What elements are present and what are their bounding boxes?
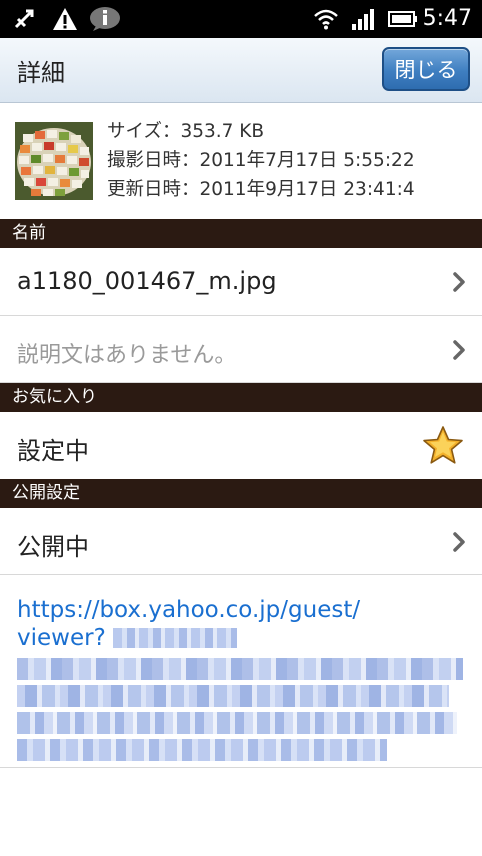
updated-datetime: 更新日時：2011年9月17日 23:41:4 (107, 179, 415, 200)
file-meta: サイズ：353.7 KB 撮影日時：2011年7月17日 5:55:22 更新日… (107, 117, 415, 204)
chevron-right-icon (453, 272, 465, 292)
usb-debug-icon (14, 9, 34, 29)
share-url-link[interactable]: https://box.yahoo.co.jp/guest/ viewer? (17, 596, 457, 652)
chevron-right-icon (453, 532, 465, 552)
redacted-url-line (17, 685, 449, 707)
favorite-row[interactable]: 設定中 (0, 412, 482, 479)
star-icon[interactable] (422, 425, 464, 465)
description-row[interactable]: 説明文はありません。 (0, 316, 482, 383)
redacted-token (113, 628, 237, 648)
file-info: サイズ：353.7 KB 撮影日時：2011年7月17日 5:55:22 更新日… (0, 103, 482, 219)
warning-icon (53, 8, 77, 30)
close-button[interactable]: 閉じる (382, 47, 470, 91)
signal-icon (352, 9, 374, 30)
status-bar: 5:47 (0, 0, 482, 38)
favorite-state-label: 設定中 (17, 437, 89, 465)
chevron-right-icon (453, 340, 465, 360)
filename-row[interactable]: a1180_001467_m.jpg (0, 248, 482, 316)
battery-icon (388, 11, 417, 27)
clock: 5:47 (422, 6, 472, 31)
file-size: サイズ：353.7 KB (107, 121, 265, 142)
description-label: 説明文はありません。 (17, 343, 237, 368)
redacted-url-line (17, 739, 387, 761)
page-title: 詳細 (17, 59, 65, 87)
share-url-block[interactable]: https://box.yahoo.co.jp/guest/ viewer? (0, 575, 482, 768)
redacted-url-line (17, 712, 457, 734)
section-header-name: 名前 (0, 219, 482, 248)
title-bar: 詳細 閉じる (0, 38, 482, 103)
public-row[interactable]: 公開中 (0, 508, 482, 575)
wifi-icon (314, 9, 338, 30)
section-header-public: 公開設定 (0, 479, 482, 508)
info-icon (90, 7, 120, 31)
public-state-label: 公開中 (17, 533, 89, 561)
photo-thumbnail[interactable] (15, 122, 93, 200)
taken-datetime: 撮影日時：2011年7月17日 5:55:22 (107, 150, 415, 171)
filename-label: a1180_001467_m.jpg (17, 267, 277, 295)
section-header-favorite: お気に入り (0, 383, 482, 412)
sushi-image (15, 122, 93, 200)
redacted-url-line (17, 658, 463, 680)
share-url-line-2: viewer? (17, 625, 106, 651)
share-url-line-1: https://box.yahoo.co.jp/guest/ (17, 597, 361, 623)
